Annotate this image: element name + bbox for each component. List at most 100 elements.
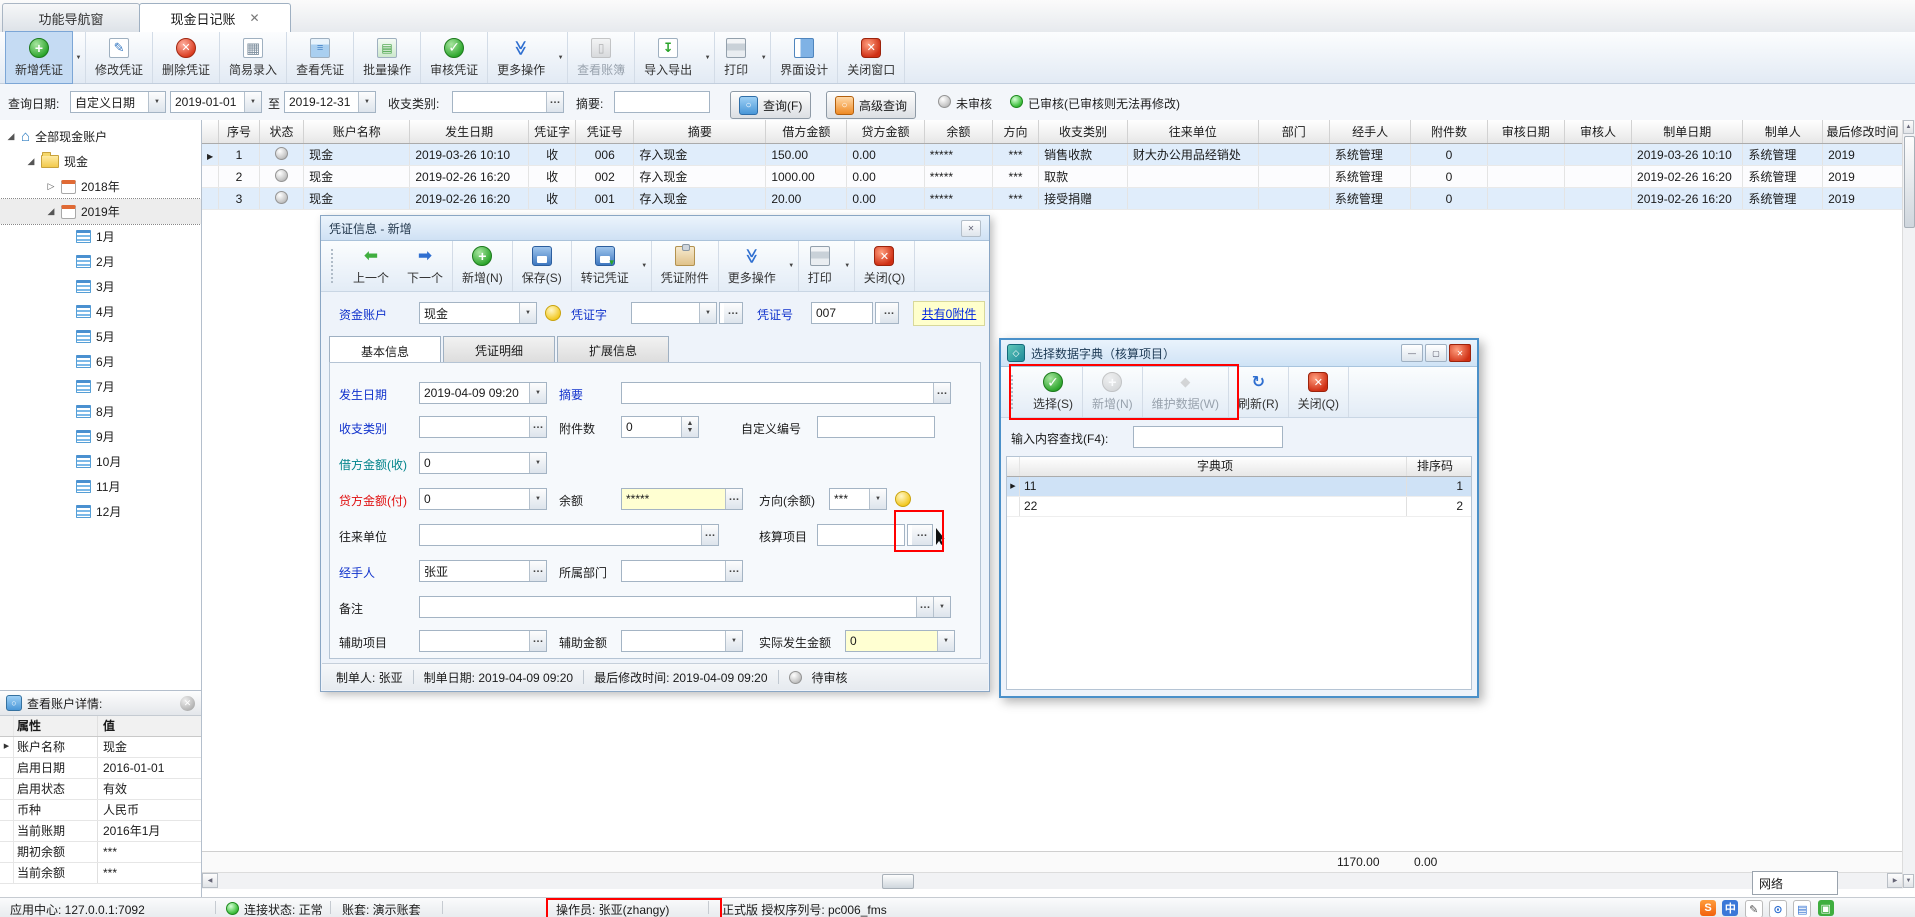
- view-voucher-button[interactable]: 查看凭证: [287, 32, 354, 83]
- dialog-more-button[interactable]: 更多操作: [719, 241, 785, 291]
- summary-input[interactable]: [614, 91, 710, 113]
- tab-function-nav[interactable]: 功能导航窗: [2, 3, 140, 32]
- accounting-item-input[interactable]: [817, 524, 905, 546]
- expander-icon[interactable]: [46, 181, 56, 192]
- ellipsis-icon[interactable]: [933, 383, 950, 403]
- grid-column-header[interactable]: 制单人: [1743, 120, 1823, 144]
- voucher-word-select[interactable]: [631, 302, 717, 324]
- view-books-button[interactable]: 查看账簿: [568, 32, 635, 83]
- tree-item-month[interactable]: 7月: [0, 374, 201, 399]
- ellipsis-icon[interactable]: [529, 561, 546, 581]
- actual-amount-input[interactable]: 0: [845, 630, 955, 652]
- scroll-left-icon[interactable]: ◀: [202, 873, 218, 888]
- grid-column-header[interactable]: 经手人: [1329, 120, 1411, 144]
- tree-item-all-accounts[interactable]: 全部现金账户: [0, 124, 201, 149]
- list-item[interactable]: 当前余额 ***: [0, 863, 201, 884]
- list-item[interactable]: 币种 人民币: [0, 800, 201, 821]
- category-field-input[interactable]: [419, 416, 547, 438]
- dict-add-button[interactable]: 新增(N): [1083, 367, 1143, 417]
- search-button[interactable]: 查询(F): [730, 91, 811, 119]
- import-export-button[interactable]: 导入导出: [635, 32, 701, 83]
- dialog-more-dropdown[interactable]: [785, 241, 798, 291]
- date-to-input[interactable]: 2019-12-31: [284, 91, 376, 113]
- tree-item-2019[interactable]: 2019年: [0, 199, 201, 224]
- dict-select-button[interactable]: 选择(S): [1024, 367, 1083, 417]
- grid-column-header[interactable]: 收支类别: [1039, 120, 1128, 144]
- horizontal-scrollbar[interactable]: ◀ ▶: [202, 872, 1903, 889]
- chevron-down-icon[interactable]: [244, 92, 261, 112]
- tab-close-icon[interactable]: [249, 11, 259, 25]
- tool-icon[interactable]: ▣: [1818, 900, 1834, 916]
- batch-operation-button[interactable]: 批量操作: [354, 32, 421, 83]
- vscroll-thumb[interactable]: [1904, 136, 1915, 228]
- dialog-add-button[interactable]: 新增(N): [453, 241, 513, 291]
- tree-item-month[interactable]: 5月: [0, 324, 201, 349]
- tree-item-month[interactable]: 1月: [0, 224, 201, 249]
- voucher-attachment-button[interactable]: 凭证附件: [652, 241, 719, 291]
- chevron-down-icon[interactable]: [529, 453, 546, 473]
- add-voucher-button[interactable]: 新增凭证: [6, 32, 72, 83]
- tab-extended-info[interactable]: 扩展信息: [557, 336, 669, 364]
- simple-entry-button[interactable]: 简易录入: [220, 32, 287, 83]
- remark-input[interactable]: [419, 596, 951, 618]
- grid-column-header[interactable]: 部门: [1258, 120, 1329, 144]
- close-icon[interactable]: [180, 696, 195, 711]
- ellipsis-icon[interactable]: [912, 525, 932, 545]
- table-row[interactable]: 22 2: [1007, 497, 1471, 517]
- minimize-icon[interactable]: —: [1401, 344, 1423, 362]
- grid-column-header[interactable]: 审核日期: [1487, 120, 1564, 144]
- pen-icon[interactable]: ✎: [1745, 900, 1763, 917]
- grid-column-header[interactable]: 附件数: [1411, 120, 1487, 144]
- dict-find-input[interactable]: [1133, 426, 1283, 448]
- category-input[interactable]: [452, 91, 564, 113]
- ellipsis-icon[interactable]: [725, 489, 742, 509]
- mic-icon[interactable]: ⊙: [1769, 900, 1787, 917]
- voucher-number-browse-button[interactable]: [875, 302, 899, 324]
- dialog-close-button[interactable]: 关闭(Q): [855, 241, 915, 291]
- audit-voucher-button[interactable]: 审核凭证: [421, 32, 488, 83]
- attachment-count-link[interactable]: 共有0附件: [913, 301, 985, 326]
- table-row[interactable]: 11 1: [1007, 477, 1471, 497]
- date-from-input[interactable]: 2019-01-01: [170, 91, 262, 113]
- edit-voucher-button[interactable]: 修改凭证: [86, 32, 153, 83]
- grid-column-header[interactable]: 制单日期: [1632, 120, 1743, 144]
- debit-amount-input[interactable]: 0: [419, 452, 547, 474]
- import-export-dropdown[interactable]: [701, 32, 714, 83]
- ellipsis-icon[interactable]: [529, 631, 546, 651]
- fund-account-select[interactable]: 现金: [419, 302, 537, 324]
- add-voucher-dropdown[interactable]: [72, 32, 85, 83]
- keyboard-icon[interactable]: ▤: [1793, 900, 1811, 917]
- date-mode-select[interactable]: 自定义日期: [70, 91, 166, 113]
- table-row[interactable]: 3 现金 2019-02-26 16:20 收 001 存入现金 20.00 0…: [202, 188, 1903, 210]
- ellipsis-icon[interactable]: [724, 303, 742, 323]
- tree-item-2018[interactable]: 2018年: [0, 174, 201, 199]
- tree-item-month[interactable]: 10月: [0, 449, 201, 474]
- ellipsis-icon[interactable]: [701, 525, 718, 545]
- tree-item-month[interactable]: 8月: [0, 399, 201, 424]
- grid-column-header[interactable]: 余额: [924, 120, 992, 144]
- expander-icon[interactable]: [26, 156, 36, 167]
- grid-column-header[interactable]: 摘要: [634, 120, 766, 144]
- hscroll-thumb[interactable]: [882, 874, 914, 889]
- next-button[interactable]: 下一个: [398, 241, 453, 291]
- transfer-dropdown[interactable]: [638, 241, 651, 291]
- ellipsis-icon[interactable]: [916, 597, 933, 617]
- handler-input[interactable]: 张亚: [419, 560, 547, 582]
- list-item[interactable]: 期初余额 ***: [0, 842, 201, 863]
- voucher-number-input[interactable]: 007: [811, 302, 873, 324]
- dictionary-dialog-titlebar[interactable]: 选择数据字典（核算项目） — ▢ ✕: [1001, 340, 1477, 367]
- advanced-search-button[interactable]: 高级查询: [826, 91, 916, 119]
- dialog-print-dropdown[interactable]: [841, 241, 854, 291]
- save-button[interactable]: 保存(S): [513, 241, 572, 291]
- chevron-down-icon[interactable]: [699, 303, 716, 323]
- aux-item-input[interactable]: [419, 630, 547, 652]
- transfer-voucher-button[interactable]: 转记凭证: [572, 241, 638, 291]
- table-row[interactable]: 2 现金 2019-02-26 16:20 收 002 存入现金 1000.00…: [202, 166, 1903, 188]
- ime-cn-icon[interactable]: 中: [1722, 900, 1738, 916]
- close-icon[interactable]: [961, 220, 981, 237]
- close-icon[interactable]: ✕: [1449, 344, 1471, 362]
- chevron-down-icon[interactable]: [529, 383, 546, 403]
- chevron-down-icon[interactable]: [933, 597, 950, 617]
- chevron-down-icon[interactable]: [148, 92, 165, 112]
- ellipsis-icon[interactable]: [546, 92, 563, 112]
